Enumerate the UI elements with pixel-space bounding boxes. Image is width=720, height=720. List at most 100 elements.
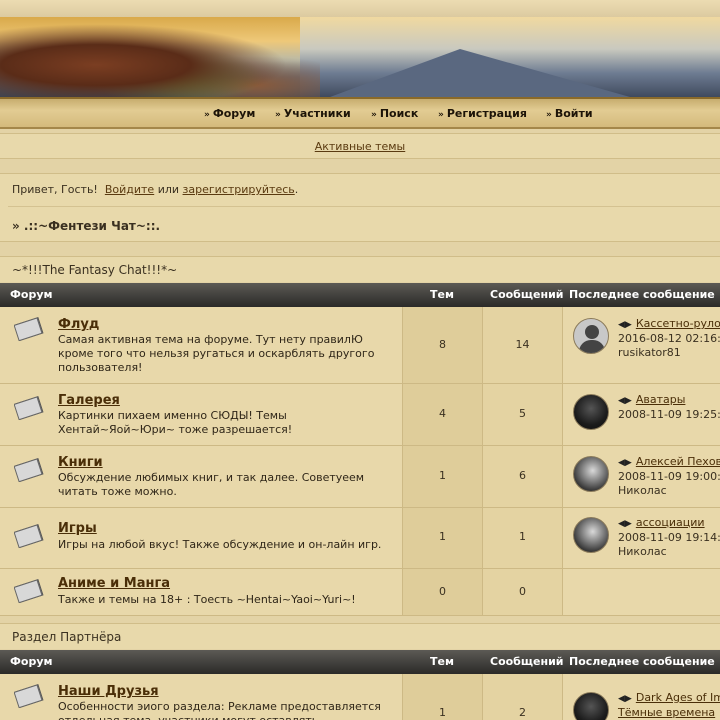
double-arrow-icon: » bbox=[204, 110, 210, 120]
topics-count: 0 bbox=[439, 585, 446, 598]
posts-count: 2 bbox=[519, 706, 526, 719]
forum-row: Наши Друзья Особенности эиого раздела: Р… bbox=[0, 674, 720, 720]
table-header: Форум Тем Сообщений Последнее сообщение bbox=[0, 283, 720, 307]
or-text: или bbox=[157, 183, 180, 196]
last-post-date: 2016-08-12 02:16: bbox=[618, 332, 720, 345]
last-post-date: 2008-11-09 19:00: bbox=[618, 470, 720, 483]
envelope-icon bbox=[14, 317, 44, 341]
girl-avatar[interactable] bbox=[573, 517, 609, 553]
last-post-info: ◀▶ ассоциации 2008-11-09 19:14: Николас bbox=[618, 516, 720, 559]
welcome-panel: Привет, Гость! Войдите или зарегистрируй… bbox=[0, 173, 720, 242]
topics-count: 1 bbox=[439, 469, 446, 482]
period-text: . bbox=[294, 183, 299, 196]
last-post-info: ◀▶ Кассетно-рулонные жалюзи 2016-08-12 02… bbox=[618, 317, 720, 360]
greeting-text: Привет, Гость! bbox=[12, 183, 98, 196]
header-topics: Тем bbox=[430, 288, 454, 301]
forum-title-link[interactable]: Флуд bbox=[58, 317, 99, 332]
double-arrow-icon: » bbox=[275, 110, 281, 120]
last-post-user[interactable]: rusikator81 bbox=[618, 346, 720, 360]
top-strip bbox=[0, 0, 720, 17]
topic-arrow-icon: ◀▶ bbox=[618, 396, 632, 406]
double-arrow-icon: » bbox=[438, 110, 444, 120]
welcome-line: Привет, Гость! Войдите или зарегистрируй… bbox=[12, 183, 298, 196]
girl-avatar[interactable] bbox=[573, 456, 609, 492]
forum-title-link[interactable]: Аниме и Манга bbox=[58, 576, 170, 591]
forum-title-link[interactable]: Наши Друзья bbox=[58, 684, 159, 699]
posts-count: 6 bbox=[519, 469, 526, 482]
envelope-icon bbox=[14, 524, 44, 548]
last-post-title-link[interactable]: ассоциации bbox=[636, 516, 705, 529]
envelope-icon bbox=[14, 579, 44, 603]
forum-title-link[interactable]: Игры bbox=[58, 521, 97, 536]
forum-description: Также и темы на 18+ : Тоесть ~Hentai~Yao… bbox=[58, 593, 356, 606]
forum-row: Игры Игры на любой вкус! Также обсуждени… bbox=[0, 508, 720, 569]
topics-count: 4 bbox=[439, 407, 446, 420]
forum-row: Галерея Картинки пихаем именно СЮДЫ! Тем… bbox=[0, 384, 720, 446]
last-post-subtitle[interactable]: Тёмные времена bbox=[618, 706, 720, 720]
posts-count: 0 bbox=[519, 585, 526, 598]
last-post-title-link[interactable]: Dark Ages of Im bbox=[636, 691, 720, 704]
header-topics: Тем bbox=[430, 655, 454, 668]
dark-avatar[interactable] bbox=[573, 692, 609, 720]
breadcrumb[interactable]: » .::~Фентези Чат~::. bbox=[12, 219, 160, 233]
header-banner bbox=[0, 17, 720, 97]
nav-register[interactable]: » Регистрация bbox=[438, 107, 527, 120]
topics-count: 1 bbox=[439, 706, 446, 719]
posts-count: 1 bbox=[519, 530, 526, 543]
forum-row: Флуд Самая активная тема на форуме. Тут … bbox=[0, 307, 720, 384]
divider bbox=[8, 206, 720, 207]
last-post-title-link[interactable]: Аватары bbox=[636, 393, 686, 406]
last-post-date: 2008-11-09 19:25: bbox=[618, 408, 720, 421]
active-topics-bar: Активные темы bbox=[0, 133, 720, 159]
header-forum: Форум bbox=[10, 288, 53, 301]
last-post-user[interactable]: Николас bbox=[618, 484, 720, 498]
forum-title-link[interactable]: Книги bbox=[58, 455, 103, 470]
active-topics-link[interactable]: Активные темы bbox=[315, 140, 406, 153]
category-title[interactable]: ~*!!!The Fantasy Chat!!!*~ bbox=[0, 256, 720, 282]
double-arrow-icon: » bbox=[546, 110, 552, 120]
double-arrow-icon: » bbox=[371, 110, 377, 120]
last-post-info: ◀▶ Алексей Пехов 2008-11-09 19:00: Никола… bbox=[618, 455, 720, 498]
posts-count: 14 bbox=[515, 338, 530, 351]
nav-login[interactable]: » Войти bbox=[546, 107, 593, 120]
topic-arrow-icon: ◀▶ bbox=[618, 694, 632, 704]
forum-row: Книги Обсуждение любимых книг, и так дал… bbox=[0, 446, 720, 508]
main-navbar: » Форум » Участники » Поиск » Регистрация » В… bbox=[0, 97, 720, 129]
topic-arrow-icon: ◀▶ bbox=[618, 320, 632, 330]
category-title[interactable]: Раздел Партнёра bbox=[0, 623, 720, 649]
last-post-empty bbox=[562, 569, 720, 615]
forum-description: Обсуждение любимых книг, и так далее. Со… bbox=[58, 471, 365, 498]
nav-forum[interactable]: » Форум bbox=[204, 107, 255, 120]
header-posts: Сообщений bbox=[490, 655, 564, 668]
forum-description: Картинки пихаем именно СЮДЫ! Темы Хентай… bbox=[58, 409, 293, 436]
dark-avatar[interactable] bbox=[573, 394, 609, 430]
register-link[interactable]: зарегистрируйтесь bbox=[183, 183, 295, 196]
forum-description: Особенности эиого раздела: Рекламе предо… bbox=[58, 700, 381, 720]
topics-count: 8 bbox=[439, 338, 446, 351]
envelope-icon bbox=[14, 684, 44, 708]
topic-arrow-icon: ◀▶ bbox=[618, 519, 632, 529]
topics-count: 1 bbox=[439, 530, 446, 543]
last-post-date: 2008-11-09 19:14: bbox=[618, 531, 720, 544]
forum-description: Игры на любой вкус! Также обсуждение и о… bbox=[58, 538, 382, 551]
banner-characters-art bbox=[0, 17, 320, 97]
header-last-post: Последнее сообщение bbox=[569, 655, 715, 668]
envelope-icon bbox=[14, 458, 44, 482]
default-avatar[interactable] bbox=[573, 318, 609, 354]
nav-search[interactable]: » Поиск bbox=[371, 107, 418, 120]
forum-row: Аниме и Манга Также и темы на 18+ : Тоес… bbox=[0, 569, 720, 616]
nav-members[interactable]: » Участники bbox=[275, 107, 351, 120]
header-posts: Сообщений bbox=[490, 288, 564, 301]
last-post-info: ◀▶ Dark Ages of Im Тёмные времена bbox=[618, 691, 720, 720]
posts-count: 5 bbox=[519, 407, 526, 420]
last-post-info: ◀▶ Аватары 2008-11-09 19:25: bbox=[618, 393, 720, 422]
last-post-user[interactable]: Николас bbox=[618, 545, 720, 559]
envelope-icon bbox=[14, 396, 44, 420]
login-link[interactable]: Войдите bbox=[105, 183, 154, 196]
banner-mountain bbox=[330, 49, 630, 97]
header-last-post: Последнее сообщение bbox=[569, 288, 715, 301]
forum-title-link[interactable]: Галерея bbox=[58, 393, 120, 408]
last-post-title-link[interactable]: Алексей Пехов bbox=[636, 455, 720, 468]
last-post-title-link[interactable]: Кассетно-рулонные жалюзи bbox=[636, 317, 720, 330]
forum-description: Самая активная тема на форуме. Тут нету … bbox=[58, 333, 375, 374]
